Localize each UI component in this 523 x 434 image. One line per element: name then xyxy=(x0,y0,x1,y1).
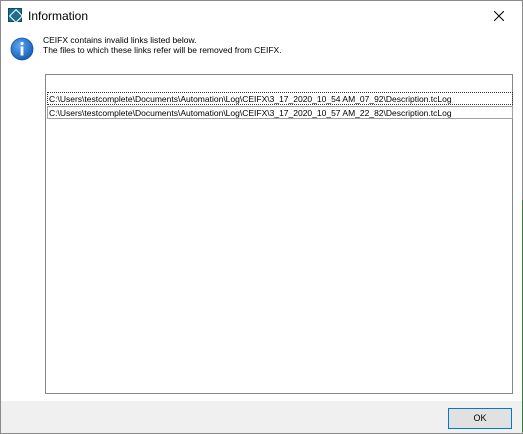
app-icon xyxy=(8,8,24,24)
ok-button[interactable]: OK xyxy=(448,408,512,429)
list-item[interactable]: C:\Users\testcomplete\Documents\Automati… xyxy=(47,92,513,105)
close-button[interactable] xyxy=(476,1,522,31)
message-text: CEIFX contains invalid links listed belo… xyxy=(43,35,282,55)
information-dialog: Information CEIFX contains invalid links… xyxy=(0,0,523,434)
list-item[interactable]: C:\Users\testcomplete\Documents\Automati… xyxy=(47,106,513,119)
info-icon xyxy=(10,37,34,61)
title-bar[interactable]: Information xyxy=(1,1,522,31)
dialog-footer xyxy=(1,401,522,433)
window-title: Information xyxy=(28,9,89,23)
message-line-2: The files to which these links refer wil… xyxy=(43,45,282,55)
message-line-1: CEIFX contains invalid links listed belo… xyxy=(43,35,197,45)
close-icon xyxy=(494,11,504,21)
invalid-links-list[interactable]: C:\Users\testcomplete\Documents\Automati… xyxy=(45,74,513,394)
